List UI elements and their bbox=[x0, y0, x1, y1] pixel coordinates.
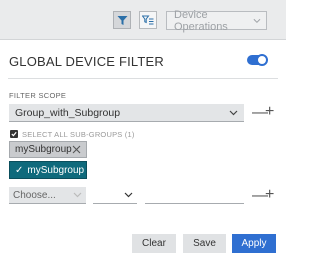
condition-field-select[interactable]: Choose... bbox=[9, 187, 86, 204]
apply-button[interactable]: Apply bbox=[232, 234, 276, 253]
divider bbox=[8, 78, 278, 79]
subgroup-chip-label: mySubgroup bbox=[15, 144, 72, 155]
filter-scope-label: FILTER SCOPE bbox=[9, 91, 67, 100]
chevron-down-icon bbox=[124, 192, 133, 198]
clear-button[interactable]: Clear bbox=[132, 234, 176, 253]
condition-add-button[interactable]: + bbox=[265, 187, 274, 203]
save-button[interactable]: Save bbox=[183, 234, 226, 253]
select-all-subgroups-label: SELECT ALL SUB-GROUPS (1) bbox=[22, 130, 135, 139]
check-icon: ✓ bbox=[15, 164, 24, 176]
close-icon[interactable] bbox=[72, 145, 81, 154]
checkmark-icon bbox=[11, 131, 17, 137]
device-operations-dropdown[interactable]: Device Operations bbox=[166, 8, 267, 33]
condition-value-input[interactable] bbox=[145, 187, 244, 204]
condition-field-placeholder: Choose... bbox=[13, 189, 56, 201]
filter-toggle[interactable] bbox=[247, 54, 268, 66]
chevron-down-icon bbox=[73, 192, 82, 198]
filter-list-icon bbox=[142, 15, 154, 24]
filter-scope-value: Group_with_Subgroup bbox=[15, 106, 121, 119]
select-all-subgroups-checkbox[interactable] bbox=[10, 130, 18, 138]
subgroup-option[interactable]: ✓ mySubgroup bbox=[9, 161, 87, 179]
panel-title: GLOBAL DEVICE FILTER bbox=[9, 54, 164, 69]
chevron-down-icon bbox=[253, 18, 261, 23]
filter-button[interactable] bbox=[113, 11, 131, 29]
subgroup-option-label: mySubgroup bbox=[27, 164, 85, 176]
filter-list-button[interactable] bbox=[139, 11, 157, 29]
top-toolbar: Device Operations bbox=[0, 0, 286, 40]
toggle-knob bbox=[256, 54, 268, 66]
chevron-down-icon bbox=[229, 110, 238, 115]
filter-scope-select[interactable]: Group_with_Subgroup bbox=[9, 104, 244, 122]
scope-add-button[interactable]: + bbox=[265, 104, 274, 120]
device-operations-label: Device Operations bbox=[174, 8, 228, 33]
filter-icon bbox=[117, 15, 127, 25]
subgroup-chip[interactable]: mySubgroup bbox=[9, 141, 87, 158]
condition-operator-select[interactable] bbox=[93, 187, 137, 204]
